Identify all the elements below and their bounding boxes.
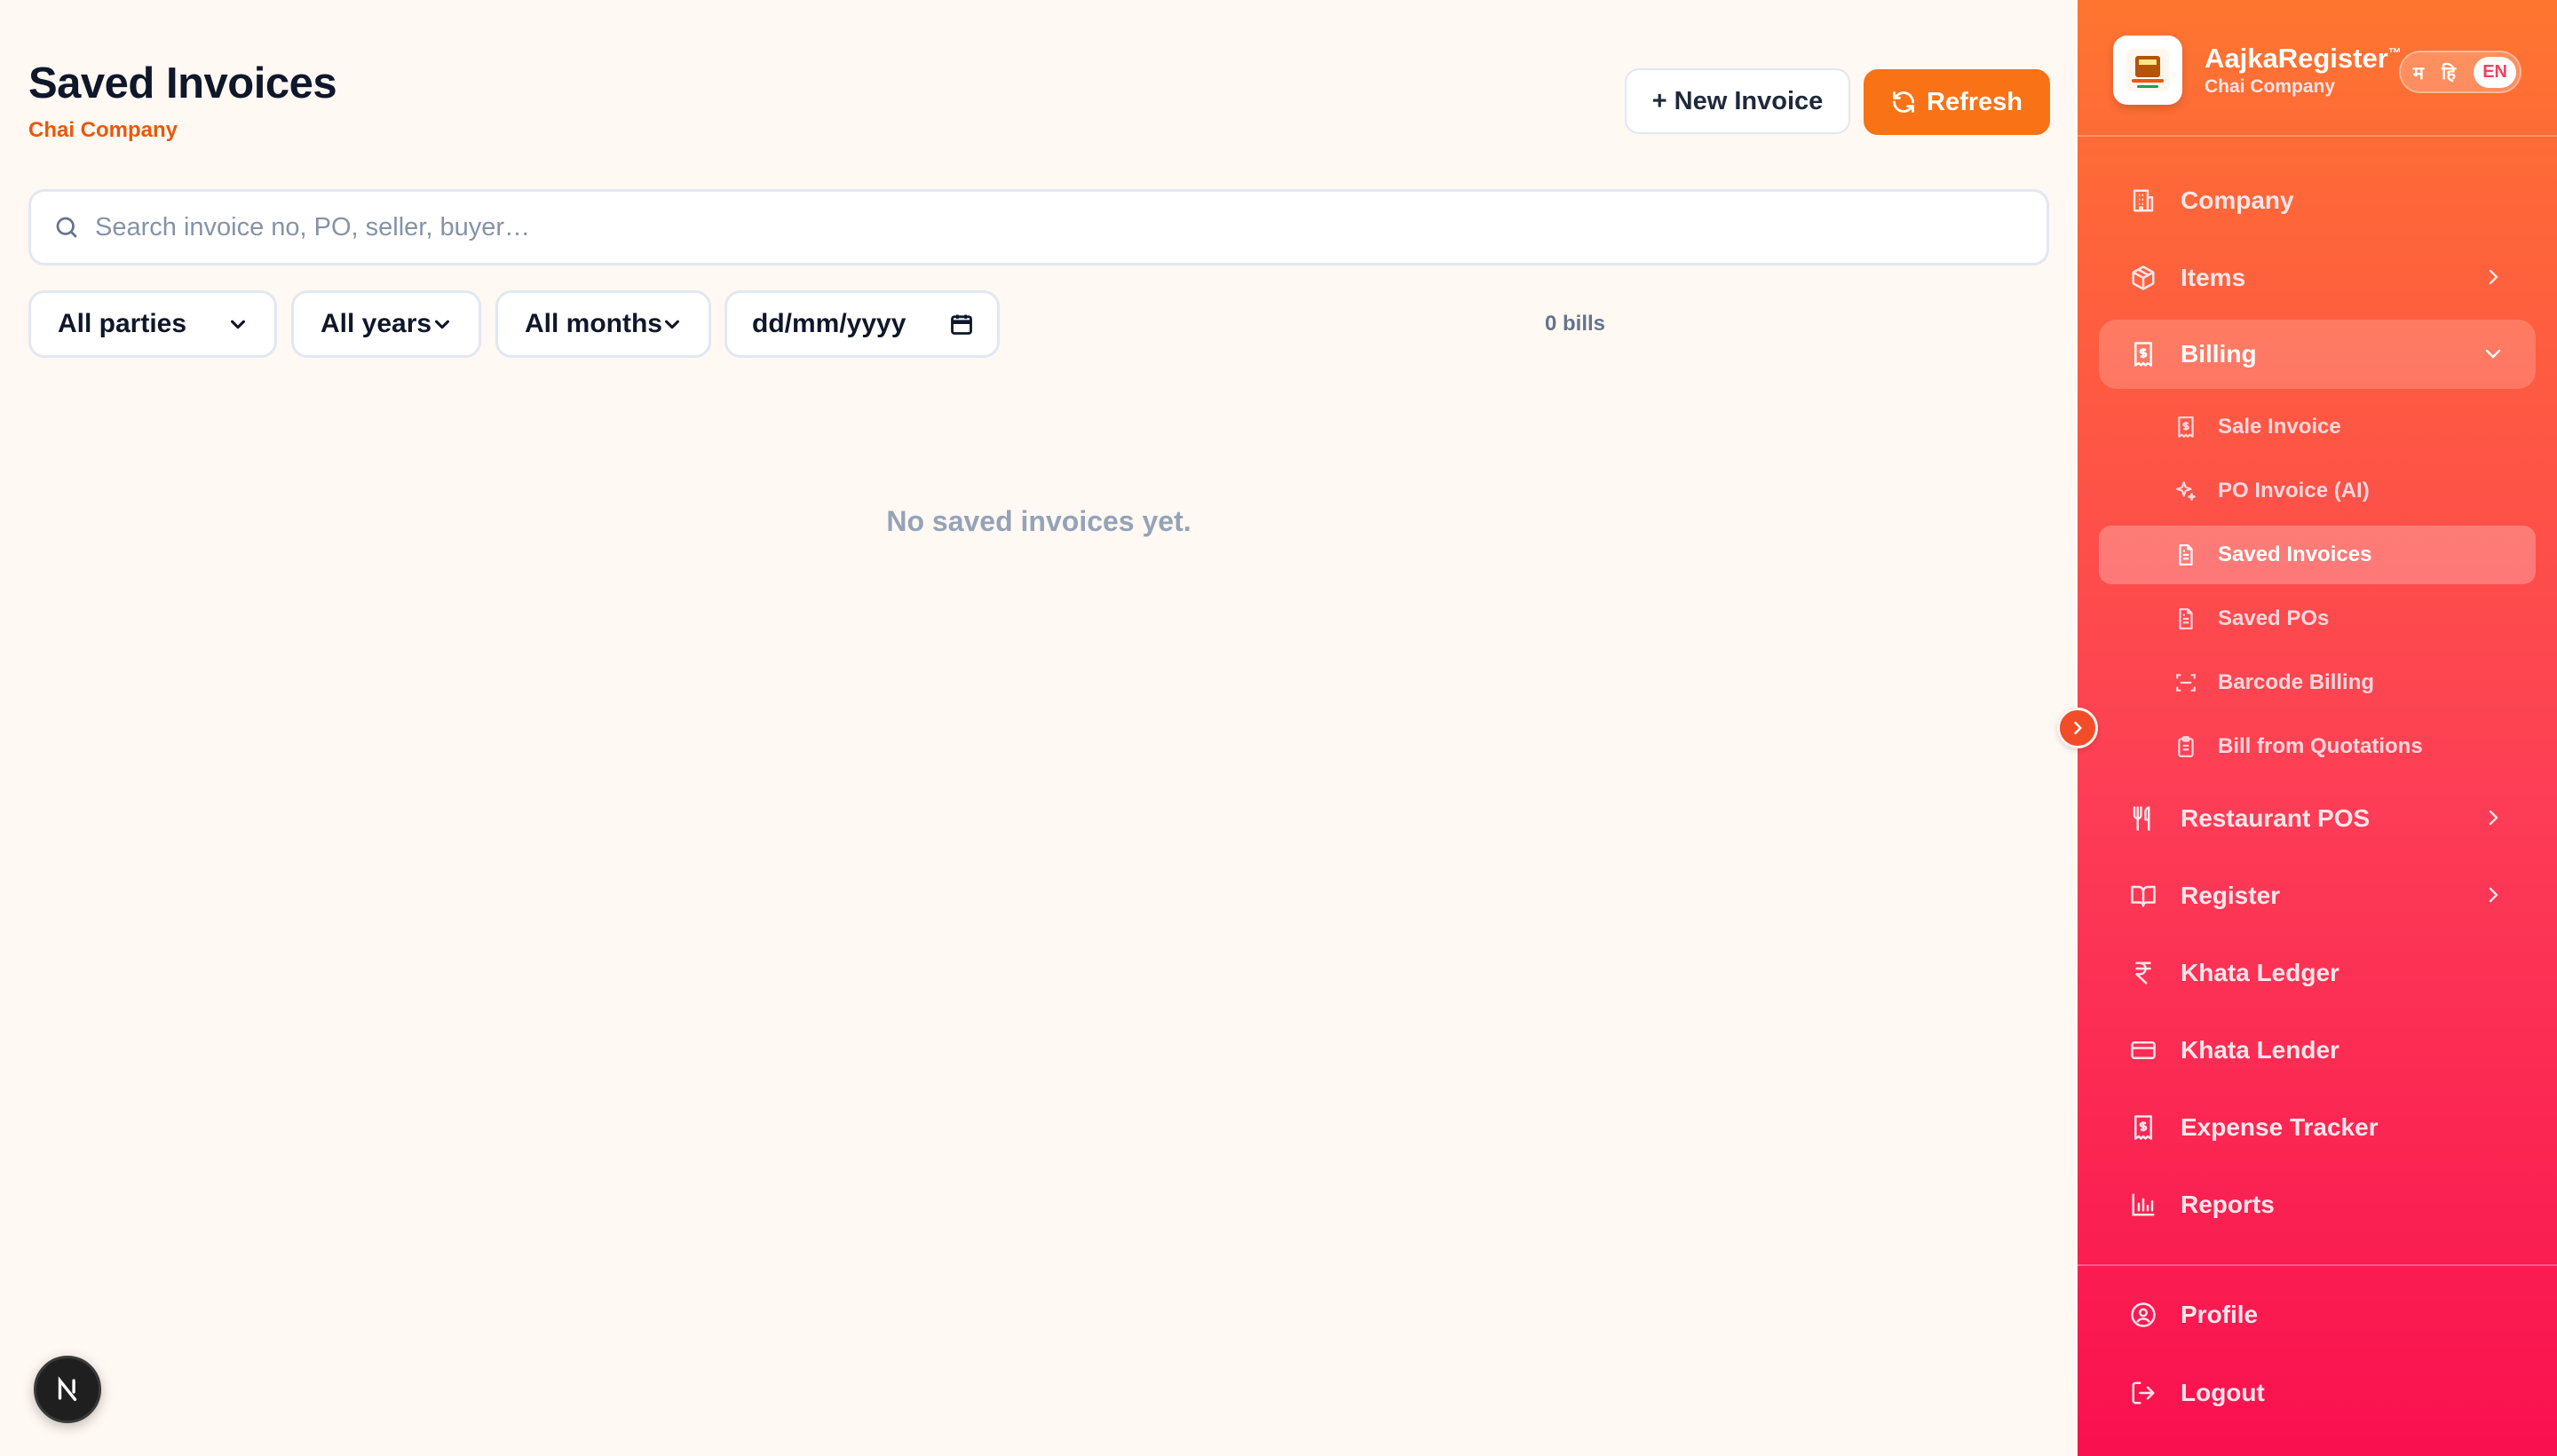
credit-card-icon [2129,1036,2157,1064]
chevron-down-icon [228,314,248,334]
empty-state-message: No saved invoices yet. [886,505,1191,537]
chevron-down-icon [2482,343,2504,364]
search-bar [28,189,2049,265]
sidebar-subitem-label: Bill from Quotations [2218,734,2423,758]
sidebar-subitem-sale-invoice[interactable]: Sale Invoice [2099,398,2536,456]
parties-select[interactable]: All parties [28,290,277,358]
sidebar-subitem-label: Barcode Billing [2218,670,2375,694]
scan-icon [2173,670,2198,695]
app-logo-icon [2113,36,2182,105]
book-open-icon [2129,882,2157,910]
months-select-value: All months [525,309,662,338]
receipt-icon [2129,1113,2157,1142]
lang-marathi[interactable]: म [2413,60,2424,84]
sidebar-subitem-barcode-billing[interactable]: Barcode Billing [2099,653,2536,712]
chevron-down-icon [662,314,682,334]
sidebar-item-label: Restaurant POS [2181,804,2371,832]
bill-count: 0 bills [1544,312,1605,336]
sidebar-header: AajkaRegister™ Chai Company म हि EN [2078,0,2557,137]
main-content: Saved Invoices Chai Company + New Invoic… [0,0,2078,1456]
sidebar-subitem-saved-pos[interactable]: Saved POs [2099,590,2536,648]
trademark: ™ [2387,45,2402,61]
search-input[interactable] [95,212,2004,242]
sidebar-item-label: Khata Lender [2181,1036,2339,1064]
years-select-value: All years [321,309,432,338]
sidebar-item-company[interactable]: Company [2099,166,2536,235]
sidebar-collapse-button[interactable] [2057,708,2098,748]
sidebar-item-label: Billing [2181,340,2257,368]
refresh-button[interactable]: Refresh [1864,69,2050,135]
chevron-right-icon [2069,719,2086,737]
sidebar-item-label: Logout [2181,1379,2265,1406]
sidebar-item-label: Khata Ledger [2181,959,2339,986]
sidebar-subitem-saved-invoices[interactable]: Saved Invoices [2099,526,2536,584]
refresh-icon [1891,90,1916,115]
sidebar-item-khata-ledger[interactable]: Khata Ledger [2099,938,2536,1008]
calendar-icon[interactable] [949,312,974,336]
sidebar-company-name: Chai Company [2205,76,2336,97]
clipboard-icon [2173,734,2198,759]
sidebar-item-label: Profile [2181,1301,2259,1328]
years-select[interactable]: All years [291,290,481,358]
nextjs-devtools-icon[interactable] [34,1356,101,1423]
language-switcher: म हि EN [2399,51,2521,93]
sidebar-item-expense-tracker[interactable]: Expense Tracker [2099,1093,2536,1162]
sidebar-subitem-po-invoice-ai[interactable]: PO Invoice (AI) [2099,462,2536,520]
sidebar-subitem-label: PO Invoice (AI) [2218,479,2370,502]
bar-chart-icon [2129,1191,2157,1219]
sidebar-subitem-bill-from-quotations[interactable]: Bill from Quotations [2099,717,2536,776]
chevron-down-icon [432,314,452,334]
chevron-right-icon [2482,266,2504,288]
rupee-icon [2129,959,2157,987]
brand-name-text: AajkaRegister [2205,43,2388,74]
months-select[interactable]: All months [495,290,711,358]
parties-select-value: All parties [58,309,187,338]
sidebar-item-profile[interactable]: Profile [2099,1280,2536,1349]
sidebar-item-logout[interactable]: Logout [2099,1358,2536,1428]
file-text-icon [2173,542,2198,567]
sidebar-subitem-label: Sale Invoice [2218,415,2341,439]
new-invoice-button[interactable]: + New Invoice [1625,68,1850,134]
receipt-icon [2173,415,2198,439]
brand-name: AajkaRegister™ [2205,43,2402,75]
receipt-icon [2129,340,2157,368]
sidebar-item-register[interactable]: Register [2099,861,2536,930]
sidebar-item-label: Reports [2181,1191,2275,1218]
sidebar-item-reports[interactable]: Reports [2099,1170,2536,1239]
sidebar-item-items[interactable]: Items [2099,243,2536,313]
sidebar-item-khata-lender[interactable]: Khata Lender [2099,1016,2536,1085]
sidebar-item-label: Expense Tracker [2181,1113,2379,1141]
logout-icon [2129,1379,2157,1407]
sidebar-subitem-label: Saved Invoices [2218,542,2372,566]
sidebar-item-label: Register [2181,882,2281,909]
sidebar-item-billing[interactable]: Billing [2099,320,2536,389]
lang-hindi[interactable]: हि [2442,60,2456,84]
lang-english[interactable]: EN [2474,56,2516,88]
refresh-label: Refresh [1927,87,2023,116]
chevron-right-icon [2482,884,2504,906]
sidebar-divider [2078,1264,2557,1266]
chevron-right-icon [2482,807,2504,828]
building-icon [2129,186,2157,215]
sidebar-item-restaurant-pos[interactable]: Restaurant POS [2099,784,2536,853]
company-subtitle: Chai Company [28,118,178,142]
box-icon [2129,264,2157,292]
search-icon [51,211,83,243]
date-field[interactable]: dd/mm/yyyy [724,290,1000,358]
file-text-icon [2173,606,2198,631]
new-invoice-label: + New Invoice [1651,86,1824,115]
utensils-icon [2129,804,2157,833]
page-title: Saved Invoices [28,59,337,107]
sidebar-item-label: Company [2181,186,2294,214]
date-field-placeholder: dd/mm/yyyy [752,309,906,338]
sparkles-icon [2173,479,2198,503]
user-circle-icon [2129,1301,2157,1329]
sidebar: AajkaRegister™ Chai Company म हि EN Comp… [2078,0,2557,1456]
sidebar-subitem-label: Saved POs [2218,606,2330,630]
sidebar-item-label: Items [2181,264,2246,291]
